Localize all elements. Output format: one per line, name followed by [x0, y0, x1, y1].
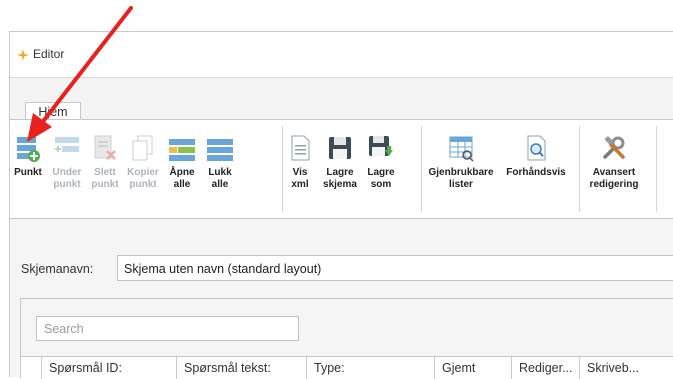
copy-icon [132, 135, 153, 161]
collapse-all-label-1: Lukk [208, 167, 232, 178]
editor-content: Skjemanavn: Skjema uten navn (standard l… [10, 219, 673, 379]
editor-star-icon [17, 49, 29, 61]
save-as-icon [369, 136, 393, 156]
copy-item-label-2: punkt [129, 179, 157, 190]
reusable-lists-label-2: lister [449, 179, 473, 190]
ribbon-tab-strip: Hjem [10, 78, 673, 121]
delete-item-label-1: Slett [94, 167, 116, 178]
add-item-button[interactable]: Punkt [10, 120, 46, 218]
copy-item-button[interactable]: Kopier punkt [123, 120, 163, 218]
expand-all-icon [169, 139, 195, 161]
save-schema-button[interactable]: Lagre skjema [317, 120, 363, 218]
view-xml-button[interactable]: Vis xml [283, 120, 317, 218]
copy-item-label-1: Kopier [127, 167, 159, 178]
editor-window: Editor Hjem Punkt Under punkt Slett punk… [9, 31, 673, 379]
schema-name-input[interactable]: Skjema uten navn (standard layout) [117, 255, 673, 281]
save-as-label-1: Lagre [367, 167, 395, 178]
reusable-lists-label-1: Gjenbrukbare [428, 167, 494, 178]
add-subitem-icon [55, 137, 79, 152]
save-schema-label-2: skjema [323, 179, 357, 190]
preview-button[interactable]: Forhåndsvis [500, 120, 572, 218]
collapse-all-icon [207, 139, 233, 161]
delete-item-label-2: punkt [91, 179, 119, 190]
save-as-label-2: som [370, 179, 392, 190]
save-schema-label-1: Lagre [326, 167, 354, 178]
view-xml-label-2: xml [291, 179, 309, 190]
add-item-icon [17, 137, 40, 162]
table-icon [449, 136, 474, 162]
add-item-label: Punkt [14, 167, 42, 178]
questions-grid: Search Spørsmål ID: Spørsmål tekst: Type… [20, 298, 673, 379]
save-as-button[interactable]: Lagre som [363, 120, 399, 218]
window-title: Editor [33, 47, 65, 61]
title-bar: Editor [10, 32, 673, 78]
schema-name-label: Skjemanavn: [21, 262, 94, 276]
tools-icon [603, 136, 625, 159]
ribbon-toolbar: Punkt Under punkt Slett punkt Kopier pun… [10, 119, 673, 219]
search-input[interactable]: Search [36, 316, 299, 341]
add-subitem-label-1: Under [52, 167, 82, 178]
document-icon [291, 135, 310, 161]
delete-item-icon [94, 135, 116, 160]
add-subitem-label-2: punkt [53, 179, 81, 190]
collapse-all-label-2: alle [211, 179, 229, 190]
advanced-editing-label-2: redigering [589, 179, 639, 190]
preview-icon [527, 135, 546, 161]
preview-label: Forhåndsvis [506, 167, 566, 178]
delete-item-button[interactable]: Slett punkt [87, 120, 123, 218]
collapse-all-button[interactable]: Lukk alle [201, 120, 239, 218]
expand-all-label-2: alle [173, 179, 191, 190]
ribbon-separator [656, 126, 657, 212]
expand-all-button[interactable]: Åpne alle [163, 120, 201, 218]
advanced-editing-button[interactable]: Avansert redigering [580, 120, 648, 218]
expand-all-label-1: Åpne [169, 167, 195, 178]
advanced-editing-label-1: Avansert [592, 167, 636, 178]
add-subitem-button[interactable]: Under punkt [47, 120, 87, 218]
view-xml-label-1: Vis [292, 167, 308, 178]
save-icon [329, 137, 351, 159]
reusable-lists-button[interactable]: Gjenbrukbare lister [422, 120, 500, 218]
